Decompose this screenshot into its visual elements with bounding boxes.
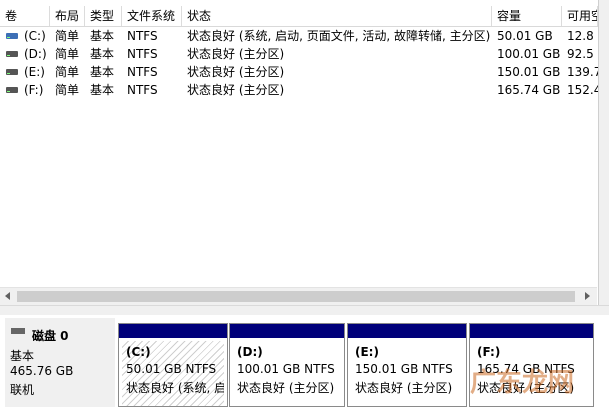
volume-name: (F:)	[24, 83, 44, 97]
partition-block-e[interactable]: (E:) 150.01 GB NTFS 状态良好 (主分区)	[347, 323, 467, 407]
partition-header-bar	[119, 324, 227, 338]
volume-icon	[6, 51, 18, 57]
disk-type: 基本	[10, 349, 35, 363]
column-header-layout[interactable]: 布局	[50, 6, 85, 26]
partition-body: (D:) 100.01 GB NTFS 状态良好 (主分区)	[233, 341, 341, 406]
partition-body: (C:) 50.01 GB NTFS 状态良好 (系统, 启	[122, 341, 224, 406]
partition-size: 150.01 GB NTFS	[355, 362, 453, 376]
volume-free-space: 12.8	[567, 29, 594, 43]
volume-free-space: 152.4	[567, 83, 598, 97]
volume-status: 状态良好 (主分区)	[187, 65, 285, 79]
volume-type: 基本	[90, 29, 115, 43]
volume-name: (E:)	[24, 65, 45, 79]
volume-row[interactable]: (E:) 简单 基本 NTFS 状态良好 (主分区) 150.01 GB 139…	[0, 63, 609, 81]
volume-free-space: 92.5	[567, 47, 594, 61]
volume-capacity: 100.01 GB	[497, 47, 561, 61]
partition-block-c[interactable]: (C:) 50.01 GB NTFS 状态良好 (系统, 启	[118, 323, 228, 407]
volume-row[interactable]: (F:) 简单 基本 NTFS 状态良好 (主分区) 165.74 GB 152…	[0, 81, 609, 99]
volume-filesystem: NTFS	[127, 65, 158, 79]
partition-letter: (C:)	[126, 345, 151, 359]
volume-layout: 简单	[55, 29, 80, 43]
column-header-type[interactable]: 类型	[85, 6, 122, 26]
disk-icon	[11, 328, 25, 334]
volume-layout: 简单	[55, 65, 80, 79]
volume-icon	[6, 69, 18, 75]
partition-letter: (E:)	[355, 345, 379, 359]
volume-list-pane: 卷 布局 类型 文件系统 状态 容量 可用空 担 (C:) 简单 基本 NTFS…	[0, 0, 609, 305]
volume-status: 状态良好 (系统, 启动, 页面文件, 活动, 故障转储, 主分区)	[187, 29, 491, 43]
column-header-free-space[interactable]: 可用空	[562, 6, 598, 26]
disk-name: 磁盘 0	[32, 329, 69, 343]
disk-state: 联机	[10, 383, 35, 397]
column-header-capacity[interactable]: 容量	[492, 6, 562, 26]
column-header-volume[interactable]: 卷	[0, 6, 50, 26]
side-pane-edge	[598, 0, 609, 305]
volume-free-space: 139.7	[567, 65, 598, 79]
disk-info-panel[interactable]: 磁盘 0 基本 465.76 GB 联机	[5, 318, 115, 407]
volume-row[interactable]: (D:) 简单 基本 NTFS 状态良好 (主分区) 100.01 GB 92.…	[0, 45, 609, 63]
volume-name: (C:)	[24, 29, 46, 43]
volume-row[interactable]: (C:) 简单 基本 NTFS 状态良好 (系统, 启动, 页面文件, 活动, …	[0, 27, 609, 45]
partition-body: (E:) 150.01 GB NTFS 状态良好 (主分区)	[351, 341, 463, 406]
partition-header-bar	[470, 324, 593, 338]
partition-letter: (F:)	[477, 345, 501, 359]
partition-status: 状态良好 (主分区)	[355, 381, 453, 395]
column-header-row: 卷 布局 类型 文件系统 状态 容量 可用空 担	[0, 6, 609, 27]
volume-capacity: 50.01 GB	[497, 29, 553, 43]
volume-status: 状态良好 (主分区)	[187, 47, 285, 61]
column-header-status[interactable]: 状态	[182, 6, 492, 26]
scroll-left-icon[interactable]	[5, 292, 10, 300]
volume-status: 状态良好 (主分区)	[187, 83, 285, 97]
volume-icon	[6, 87, 18, 93]
disk-size: 465.76 GB	[10, 364, 74, 378]
partition-header-bar	[230, 324, 344, 338]
horizontal-scrollbar[interactable]	[0, 287, 597, 305]
partition-block-d[interactable]: (D:) 100.01 GB NTFS 状态良好 (主分区)	[229, 323, 345, 407]
volume-layout: 简单	[55, 47, 80, 61]
system-volume-icon	[6, 33, 18, 39]
column-header-filesystem[interactable]: 文件系统	[122, 6, 182, 26]
volume-filesystem: NTFS	[127, 83, 158, 97]
volume-type: 基本	[90, 83, 115, 97]
volume-filesystem: NTFS	[127, 29, 158, 43]
partition-status: 状态良好 (系统, 启	[126, 381, 224, 395]
partition-size: 100.01 GB NTFS	[237, 362, 335, 376]
volume-type: 基本	[90, 65, 115, 79]
scrollbar-thumb[interactable]	[17, 291, 575, 302]
partition-status: 状态良好 (主分区)	[237, 381, 335, 395]
volume-filesystem: NTFS	[127, 47, 158, 61]
watermark-logo: 广东龙网	[470, 368, 575, 398]
partition-size: 50.01 GB NTFS	[126, 362, 217, 376]
volume-capacity: 150.01 GB	[497, 65, 561, 79]
partition-letter: (D:)	[237, 345, 263, 359]
partition-header-bar	[348, 324, 466, 338]
volume-layout: 简单	[55, 83, 80, 97]
volume-name: (D:)	[24, 47, 47, 61]
scroll-right-icon[interactable]	[585, 292, 590, 300]
volume-capacity: 165.74 GB	[497, 83, 561, 97]
volume-type: 基本	[90, 47, 115, 61]
